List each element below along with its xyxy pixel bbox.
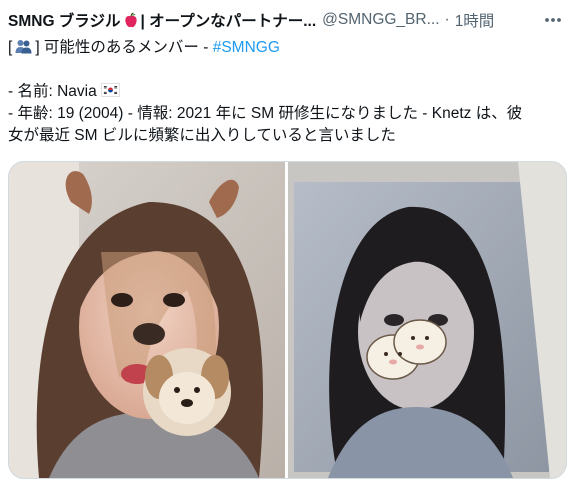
tweet: SMNG ブラジル | オープンなパートナー... @SMNGG_BR... ·… <box>0 0 575 486</box>
monitor-photo-with-stickers[interactable] <box>288 162 566 478</box>
korea-flag-icon <box>100 83 120 97</box>
tweet-line-2: - 名前: Navia <box>8 81 564 103</box>
selfie-with-dog-filter-photo[interactable] <box>9 162 285 478</box>
people-icon <box>15 40 32 54</box>
separator-dot: · <box>444 11 450 28</box>
author-handle[interactable]: @SMNGG_BR... <box>322 11 439 29</box>
tweet-media <box>8 161 567 479</box>
author-name-text: SMNG ブラジル <box>8 13 121 30</box>
more-icon[interactable] <box>541 10 565 30</box>
apple-icon <box>124 12 137 28</box>
dog-sticker <box>143 348 231 436</box>
hashtag-link[interactable]: #SMNGG <box>213 39 280 56</box>
monitor-photo-image <box>288 162 566 478</box>
selfie-photo-image <box>9 162 285 478</box>
line1-text: ] 可能性のあるメンバー - <box>35 39 209 56</box>
tweet-text: [ ] 可能性のあるメンバー - #SMNGG - 名前: Navia - 年齢… <box>8 37 564 147</box>
author-name[interactable]: SMNG ブラジル | オープンなパートナー... <box>8 9 316 31</box>
name-text: - 名前: Navia <box>8 83 97 100</box>
tweet-line-3: - 年齢: 19 (2004) - 情報: 2021 年に SM 研修生になりま… <box>8 105 523 122</box>
tweet-timestamp[interactable]: 1時間 <box>455 9 495 31</box>
author-name-suffix: | オープンなパートナー... <box>140 13 317 30</box>
tweet-line-1: [ ] 可能性のあるメンバー - #SMNGG <box>8 37 564 59</box>
bracket-open: [ <box>8 39 13 56</box>
tweet-header: SMNG ブラジル | オープンなパートナー... @SMNGG_BR... ·… <box>8 9 565 31</box>
tweet-line-4: 女が最近 SM ビルに頻繁に出入りしていると言いました <box>8 127 396 144</box>
